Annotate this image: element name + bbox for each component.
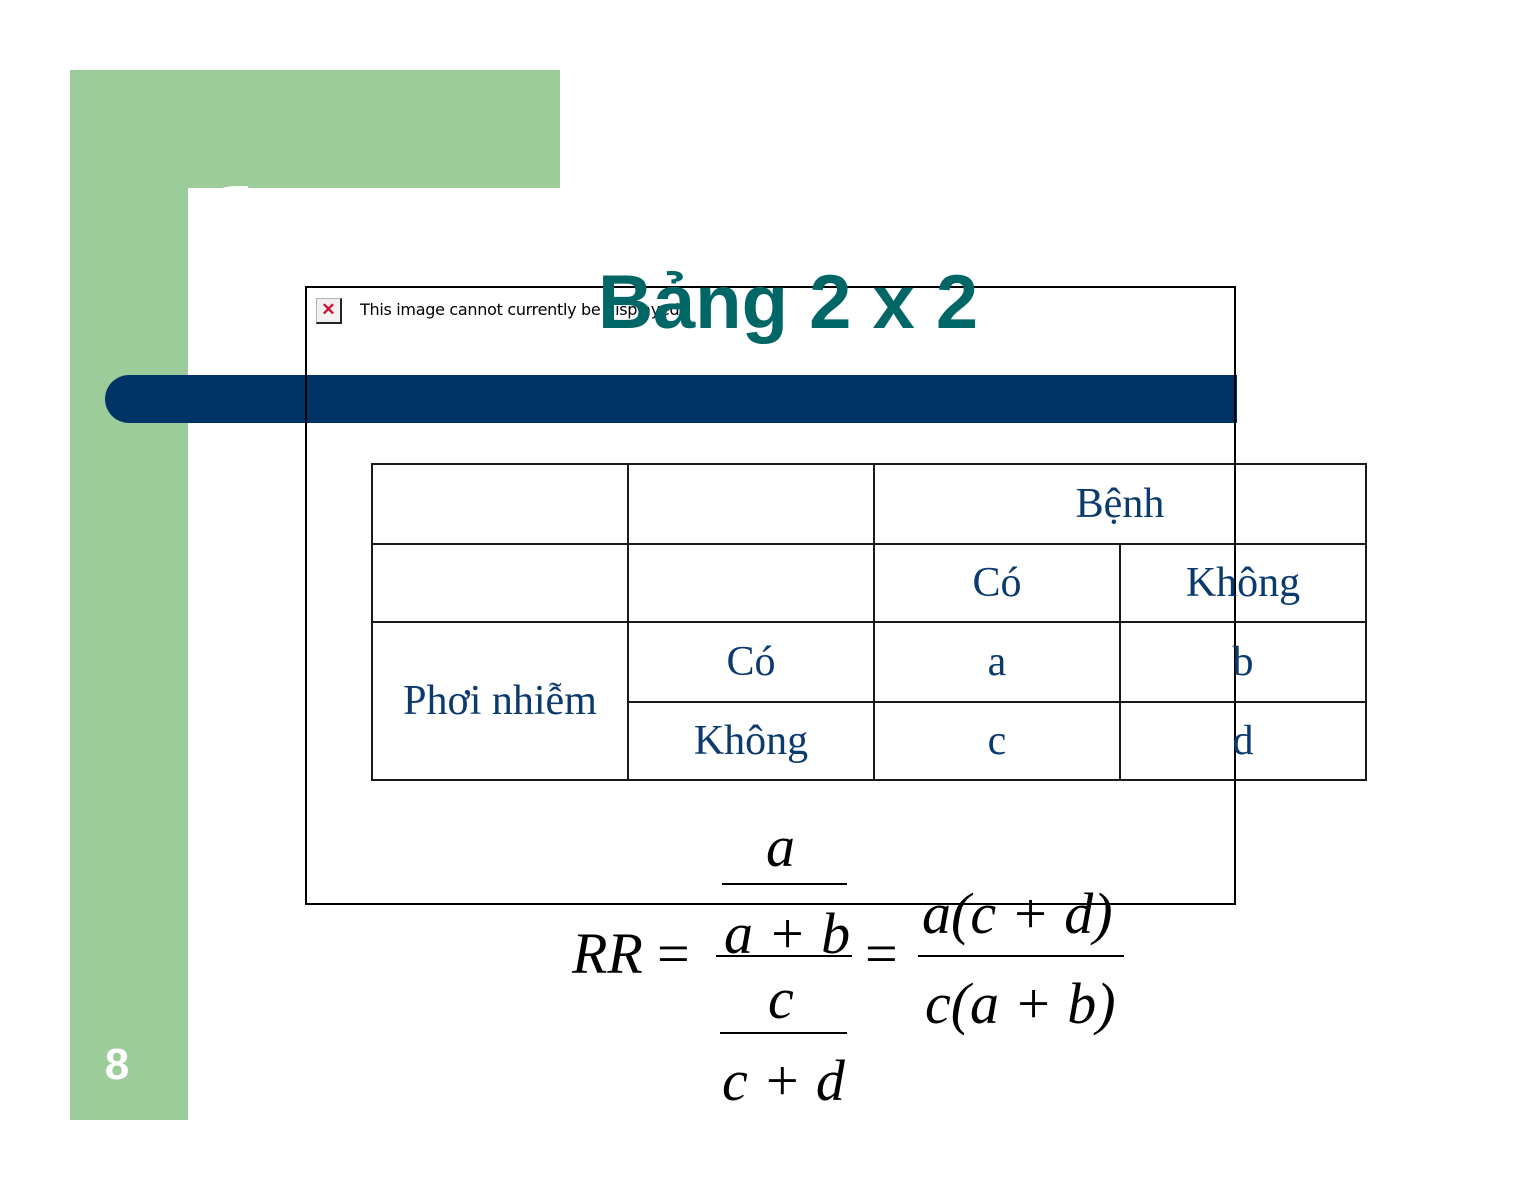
slide-title: Bảng 2 x 2	[598, 260, 979, 345]
slide-number: 8	[104, 1040, 130, 1089]
formula-equals-2: =	[865, 921, 898, 986]
disease-no-header: Không	[1119, 543, 1367, 623]
exposure-header: Phơi nhiễm	[371, 621, 629, 781]
broken-image-icon: ✕	[316, 298, 342, 324]
table-row: Bệnh	[371, 463, 1367, 545]
result-denominator: c(a + b)	[925, 971, 1116, 1036]
upper-fraction-bar	[722, 883, 847, 885]
empty-cell	[371, 543, 629, 623]
exposure-no-label: Không	[627, 701, 875, 781]
exposure-yes-label: Có	[627, 621, 875, 703]
cell-c: c	[873, 701, 1121, 781]
empty-cell	[371, 463, 629, 545]
table-row: Phơi nhiễm Có a b	[371, 621, 1367, 781]
lower-fraction-bar	[720, 1032, 847, 1034]
accent-band-left	[70, 70, 188, 1120]
lower-denominator: c + d	[722, 1048, 845, 1113]
formula-lhs: RR	[572, 921, 643, 986]
result-numerator: a(c + d)	[922, 881, 1113, 946]
empty-cell	[627, 543, 875, 623]
contingency-table: Bệnh Có Không Phơi nhiễm Có a b Không c …	[371, 463, 1367, 781]
cell-d: d	[1119, 701, 1367, 781]
cell-b: b	[1119, 621, 1367, 703]
main-fraction-bar	[716, 955, 852, 957]
disease-header: Bệnh	[873, 463, 1367, 545]
result-fraction-bar	[918, 955, 1124, 957]
empty-cell	[627, 463, 875, 545]
disease-yes-header: Có	[873, 543, 1121, 623]
cell-a: a	[873, 621, 1121, 703]
table-row: Có Không	[371, 543, 1367, 623]
upper-numerator: a	[766, 814, 795, 879]
formula-equals-1: =	[657, 921, 690, 986]
lower-numerator: c	[768, 966, 794, 1031]
accent-corner-curve	[188, 186, 248, 246]
